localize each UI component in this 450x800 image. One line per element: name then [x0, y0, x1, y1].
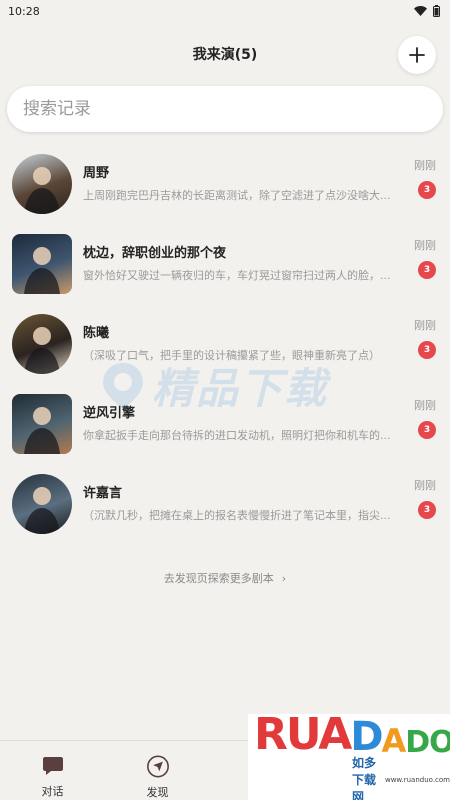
conversation-name: 许嘉言 — [83, 486, 123, 501]
conversation-snippet: 你拿起扳手走向那台待拆的进口发动机，照明灯把你和机车的... — [83, 429, 391, 442]
conversation-meta: 刚刚 3 — [402, 464, 436, 544]
unread-badge: 3 — [418, 261, 436, 279]
discover-more-link[interactable]: 去发现页探索更多剧本 › — [0, 570, 450, 586]
unread-badge: 3 — [418, 181, 436, 199]
search-input[interactable] — [23, 99, 427, 119]
conversation-name: 周野 — [83, 166, 110, 181]
header: 我来演(5) — [0, 26, 450, 82]
tab-discover[interactable]: 发现 — [105, 741, 210, 800]
tab-chat[interactable]: 对话 — [0, 741, 105, 800]
compass-icon — [146, 755, 169, 778]
status-icons — [414, 5, 440, 17]
conversation-name: 枕边，辞职创业的那个夜 — [83, 246, 227, 261]
unread-badge: 3 — [418, 421, 436, 439]
conversation-time: 刚刚 — [414, 239, 436, 252]
conversation-item[interactable]: 枕边，辞职创业的那个夜窗外恰好又驶过一辆夜归的车，车灯晃过窗帘扫过两人的脸，..… — [0, 224, 450, 304]
chat-icon — [42, 757, 63, 775]
avatar — [12, 314, 72, 374]
avatar-figure — [24, 167, 60, 214]
brand-url: www.ruanduo.com — [384, 775, 450, 784]
conversation-meta: 刚刚 3 — [402, 224, 436, 304]
conversation-time: 刚刚 — [414, 399, 436, 412]
unread-badge: 3 — [418, 501, 436, 519]
conversation-body: 陈曦 （深吸了口气，把手里的设计稿攥紧了些，眼神重新亮了点） — [83, 325, 402, 363]
discover-more-label: 去发现页探索更多剧本 — [163, 572, 274, 585]
avatar — [12, 394, 72, 454]
avatar-figure — [24, 247, 60, 294]
conversation-snippet: （沉默几秒，把摊在桌上的报名表慢慢折进了笔记本里，指尖... — [83, 509, 391, 522]
search-bar[interactable] — [7, 86, 443, 132]
conversation-time: 刚刚 — [414, 319, 436, 332]
conversation-time: 刚刚 — [414, 479, 436, 492]
conversation-body: 逆风引擎你拿起扳手走向那台待拆的进口发动机，照明灯把你和机车的... — [83, 405, 402, 443]
conversation-item[interactable]: 陈曦 （深吸了口气，把手里的设计稿攥紧了些，眼神重新亮了点） 刚刚 3 — [0, 304, 450, 384]
conversation-name: 逆风引擎 — [83, 406, 136, 421]
conversation-item[interactable]: 逆风引擎你拿起扳手走向那台待拆的进口发动机，照明灯把你和机车的... 刚刚 3 — [0, 384, 450, 464]
avatar — [12, 154, 72, 214]
conversation-snippet: 窗外恰好又驶过一辆夜归的车，车灯晃过窗帘扫过两人的脸，... — [83, 269, 391, 282]
conversation-meta: 刚刚 3 — [402, 384, 436, 464]
conversation-body: 周野上周刚跑完巴丹吉林的长距离测试，除了空滤进了点沙没啥大... — [83, 165, 402, 203]
plus-icon — [409, 47, 425, 63]
tab-chat-label: 对话 — [41, 785, 64, 798]
status-time: 10:28 — [8, 4, 40, 18]
conversation-body: 许嘉言 （沉默几秒，把摊在桌上的报名表慢慢折进了笔记本里，指尖... — [83, 485, 402, 523]
avatar — [12, 234, 72, 294]
tab-discover-label: 发现 — [146, 786, 169, 799]
page-title: 我来演(5) — [192, 47, 258, 63]
brand-logo: RUA D A DO 如多下载网 www.ruanduo.com — [248, 709, 450, 800]
conversation-meta: 刚刚 3 — [402, 304, 436, 384]
conversation-name: 陈曦 — [83, 326, 110, 341]
conversation-time: 刚刚 — [414, 159, 436, 172]
battery-icon — [433, 5, 440, 17]
conversation-meta: 刚刚 3 — [402, 144, 436, 224]
wifi-icon — [414, 6, 427, 16]
chevron-right-icon: › — [281, 571, 287, 585]
brand-cn-text: 如多下载网 — [352, 756, 377, 800]
conversation-body: 枕边，辞职创业的那个夜窗外恰好又驶过一辆夜归的车，车灯晃过窗帘扫过两人的脸，..… — [83, 245, 402, 283]
conversation-snippet: （深吸了口气，把手里的设计稿攥紧了些，眼神重新亮了点） — [83, 349, 380, 362]
avatar — [12, 474, 72, 534]
conversation-item[interactable]: 许嘉言 （沉默几秒，把摊在桌上的报名表慢慢折进了笔记本里，指尖... 刚刚 3 — [0, 464, 450, 544]
conversation-item[interactable]: 周野上周刚跑完巴丹吉林的长距离测试，除了空滤进了点沙没啥大... 刚刚 3 — [0, 144, 450, 224]
avatar-figure — [24, 327, 60, 374]
unread-badge: 3 — [418, 341, 436, 359]
avatar-figure — [24, 407, 60, 454]
status-bar: 10:28 — [0, 0, 450, 22]
add-button[interactable] — [398, 36, 436, 74]
conversation-list: 周野上周刚跑完巴丹吉林的长距离测试，除了空滤进了点沙没啥大... 刚刚 3 枕边，辞职… — [0, 144, 450, 544]
conversation-snippet: 上周刚跑完巴丹吉林的长距离测试，除了空滤进了点沙没啥大... — [83, 189, 391, 202]
brand-logo-wordmark: RUA D A DO — [254, 709, 450, 760]
avatar-figure — [24, 487, 60, 534]
